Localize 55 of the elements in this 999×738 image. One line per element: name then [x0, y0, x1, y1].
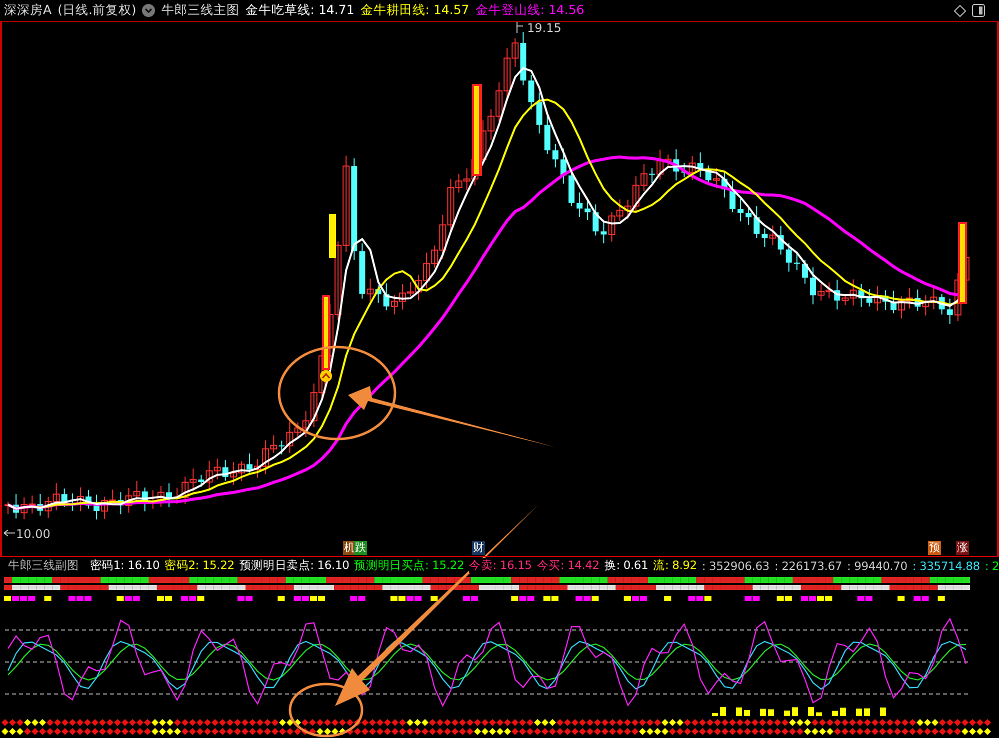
candlestick — [560, 148, 566, 184]
event-marker[interactable]: 跌 — [354, 541, 367, 555]
candlestick — [166, 482, 172, 508]
high-marker-icon — [516, 22, 524, 34]
signal-bar — [329, 214, 336, 258]
candlestick — [592, 204, 599, 236]
indicator-name[interactable]: 牛郎三线主图 — [161, 2, 240, 19]
indicator-value: 预测明日买点: 15.22 — [354, 558, 464, 573]
indicator-value: 密码1: 16.10 — [90, 558, 160, 573]
candlestick — [746, 208, 752, 226]
price-label: 19.15 — [527, 22, 562, 35]
adjust-mode: (日线.前复权) — [58, 2, 136, 19]
indicator-value: : 335714.88 — [912, 558, 980, 572]
candlestick — [584, 200, 591, 220]
candlestick — [246, 453, 252, 474]
candlestick — [730, 180, 736, 213]
line-value: 金牛登山线: 14.56 — [475, 2, 584, 19]
dropdown-icon[interactable] — [142, 4, 156, 17]
indicator-value: 流: 8.92 — [653, 558, 697, 573]
candlestick — [4, 501, 12, 514]
candlestick — [544, 115, 550, 155]
candlestick — [536, 92, 542, 134]
low-marker-icon — [4, 530, 16, 536]
indicator-value: : 99440.70 — [846, 558, 908, 572]
event-marker[interactable]: 涨 — [956, 541, 969, 555]
candlestick — [890, 290, 896, 314]
stock-name: 深深房A — [4, 2, 52, 19]
event-marker[interactable]: 财 — [472, 541, 485, 555]
diamond-icon[interactable] — [954, 4, 966, 16]
indicator-value: 今卖: 16.15 — [469, 558, 532, 573]
candlestick — [649, 168, 655, 184]
candlestick — [552, 143, 558, 168]
candlestick — [528, 74, 534, 110]
candlestick — [738, 198, 744, 222]
indicator-value: : 226173.67 — [774, 558, 842, 572]
candlestick — [810, 266, 816, 305]
indicator-value: : 2 — [984, 558, 999, 572]
candlestick — [786, 242, 792, 272]
indicator-value: : 352906.63 — [702, 558, 770, 572]
indicator-name[interactable]: 牛郎三线副图 — [8, 558, 79, 573]
price-label: 10.00 — [16, 527, 50, 541]
candlestick — [754, 206, 760, 239]
event-marker[interactable]: 预 — [928, 541, 941, 555]
line-value: 金牛耕田线: 14.57 — [360, 2, 470, 19]
candlestick — [568, 171, 574, 207]
indicator-value: 密码2: 15.22 — [164, 558, 234, 573]
candlestick — [576, 192, 583, 218]
panel-toggle-icon[interactable] — [972, 4, 985, 17]
line-value: 金牛吃草线: 14.71 — [245, 2, 354, 19]
indicator-value: 换: 0.61 — [604, 558, 648, 573]
indicator-value: 预测明日卖点: 16.10 — [239, 558, 350, 573]
buy-signal-icon — [320, 370, 332, 382]
indicator-value: 今买: 14.42 — [536, 558, 600, 573]
candlestick — [802, 259, 808, 284]
candlestick — [86, 490, 92, 510]
